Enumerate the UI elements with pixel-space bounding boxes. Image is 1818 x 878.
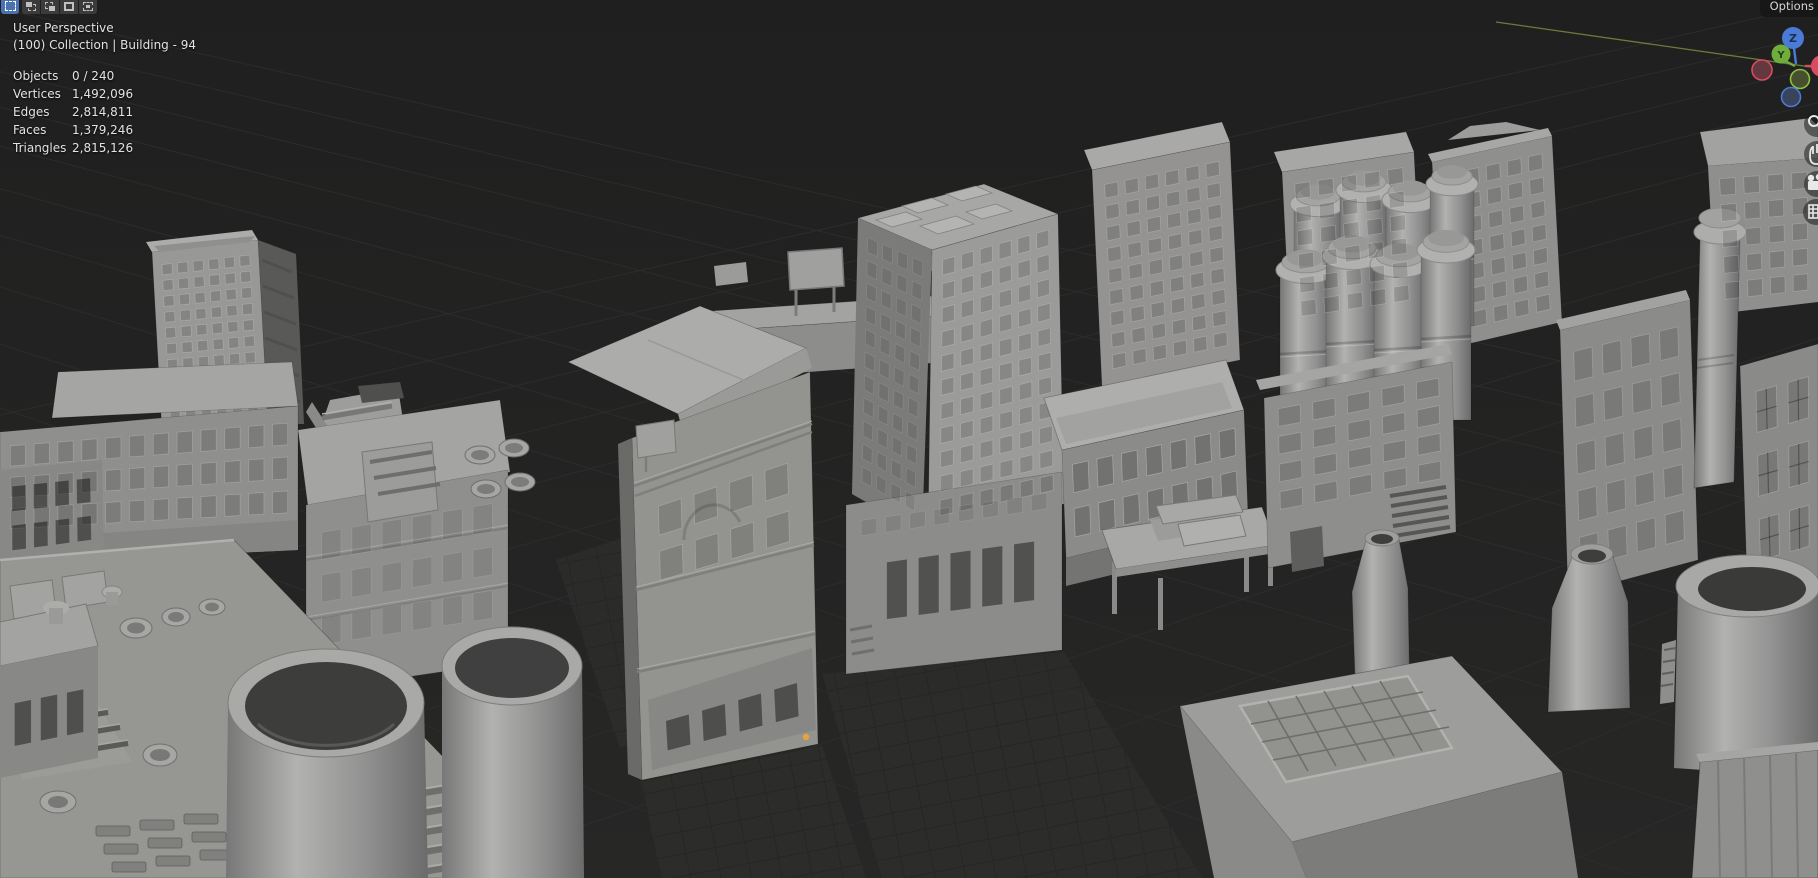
stat-edges: Edges 2,814,811 — [13, 105, 134, 119]
select-invert-icon — [64, 2, 74, 11]
building-center-skyscraper[interactable] — [845, 183, 1065, 675]
collection-info: (100) Collection | Building - 94 — [13, 38, 197, 52]
gizmo-axis-neg-x[interactable] — [1751, 59, 1773, 81]
select-set-icon — [4, 1, 16, 11]
select-invert-button[interactable] — [60, 0, 78, 14]
select-extend-button[interactable] — [22, 0, 40, 14]
viewport-stats-overlay: User Perspective (100) Collection | Buil… — [13, 20, 196, 157]
select-subtract-button[interactable] — [41, 0, 59, 14]
foreground-right-container[interactable] — [1691, 742, 1818, 878]
building-tower-2[interactable] — [1083, 121, 1241, 389]
gizmo-axis-neg-z[interactable] — [1780, 86, 1802, 108]
gizmo-y-label: Y — [1776, 50, 1785, 61]
select-extend-icon — [26, 2, 36, 11]
blender-3d-viewport[interactable]: Z Y Options User Perspective (100) Colle… — [0, 0, 1818, 878]
select-intersect-button[interactable] — [79, 0, 97, 14]
select-set-button[interactable] — [1, 0, 19, 14]
select-mode-toolbar — [1, 0, 97, 14]
foreground-tank-large[interactable] — [226, 648, 428, 878]
stat-faces: Faces 1,379,246 — [13, 123, 134, 137]
stat-objects: Objects 0 / 240 — [13, 69, 115, 83]
select-subtract-icon — [45, 2, 55, 11]
select-intersect-icon — [83, 2, 93, 11]
gizmo-z-label: Z — [1789, 32, 1797, 45]
building-industrial-chimneys[interactable] — [1256, 132, 1479, 572]
stat-triangles: Triangles 2,815,126 — [13, 141, 134, 155]
viewport-canvas[interactable]: Z Y — [0, 0, 1818, 878]
camera-view-icon — [1807, 173, 1818, 190]
stat-vertices: Vertices 1,492,096 — [13, 87, 134, 101]
object-origin-dot — [802, 733, 810, 741]
foreground-tank-small[interactable] — [441, 626, 584, 878]
roof-skylight-box — [361, 441, 441, 523]
options-button[interactable]: Options — [1759, 0, 1818, 17]
gizmo-axis-neg-y[interactable] — [1789, 68, 1811, 90]
view-name: User Perspective — [13, 21, 114, 35]
